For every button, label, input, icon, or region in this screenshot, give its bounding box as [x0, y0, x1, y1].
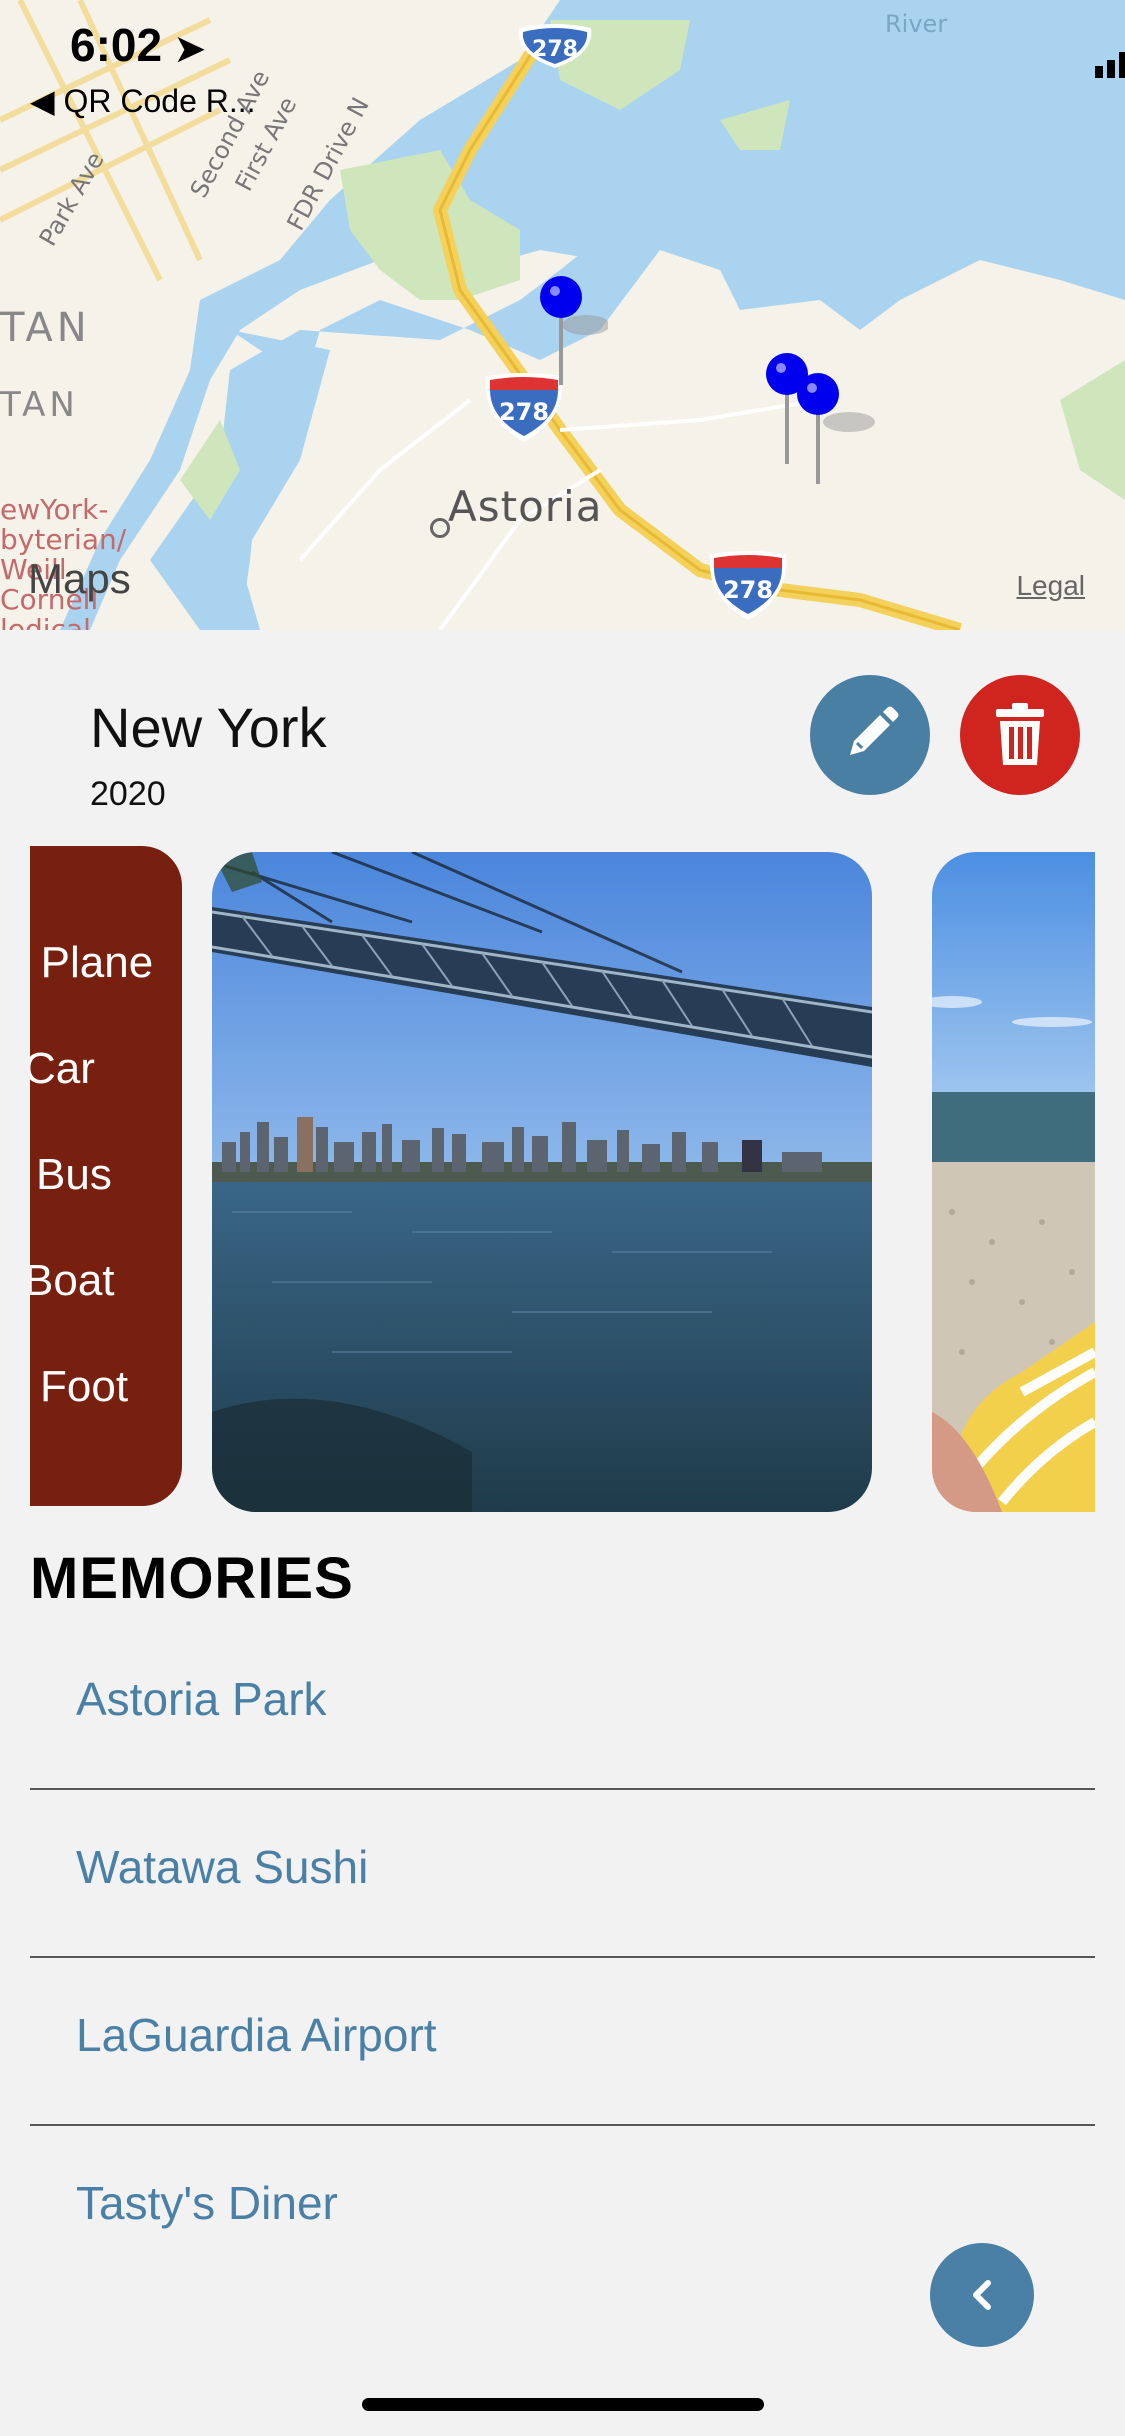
memory-item-label: Tasty's Diner [76, 2177, 338, 2229]
place-year: 2020 [90, 775, 166, 813]
transport-item-plane[interactable]: • Plane [30, 938, 154, 988]
map-district-label: TAN [0, 385, 79, 425]
transport-item-car[interactable]: Car [30, 1044, 95, 1094]
map-place-dot-icon [430, 518, 450, 538]
pencil-icon [850, 706, 899, 755]
shield-number: 278 [723, 576, 773, 604]
memory-item-label: LaGuardia Airport [76, 2009, 437, 2061]
back-to-app-button[interactable]: ◀ QR Code R... [30, 82, 256, 120]
memory-photo[interactable] [932, 852, 1095, 1512]
bridge-photo-image [212, 852, 872, 1512]
memory-list-item[interactable]: Tasty's Diner [30, 2126, 1095, 2294]
status-time: 6:02 ➤ [70, 19, 206, 71]
map-district-label: TAN [0, 305, 91, 351]
shield-number: 278 [499, 398, 549, 426]
memory-photo[interactable] [212, 852, 872, 1512]
memory-item-label: Astoria Park [76, 1673, 327, 1725]
trash-icon [996, 703, 1044, 765]
memory-list-item[interactable]: Astoria Park [30, 1622, 1095, 1790]
location-arrow-icon: ➤ [174, 28, 206, 69]
shield-number: 278 [532, 37, 578, 62]
transport-item-boat[interactable]: Boat [30, 1256, 115, 1306]
home-indicator[interactable] [362, 2398, 764, 2411]
map-view[interactable]: Park Ave Second Ave First Ave FDR Drive … [0, 0, 1125, 630]
memory-list-item[interactable]: Watawa Sushi [30, 1790, 1095, 1958]
beach-photo-image [932, 852, 1095, 1512]
memory-list-item[interactable]: LaGuardia Airport [30, 1958, 1095, 2126]
delete-button[interactable] [960, 675, 1080, 795]
legal-link[interactable]: Legal [1016, 570, 1085, 602]
memory-item-label: Watawa Sushi [76, 1841, 369, 1893]
transport-item-bus[interactable]: Bus [36, 1150, 112, 1200]
map-water-label: River [885, 10, 948, 38]
transport-item-foot[interactable]: Foot [40, 1362, 128, 1412]
transport-card[interactable]: • Plane Car Bus Boat Foot [30, 846, 182, 1506]
edit-button[interactable] [810, 675, 930, 795]
map-place-label: Astoria [448, 482, 603, 531]
back-button[interactable] [930, 2243, 1034, 2347]
chevron-left-icon [973, 2280, 991, 2310]
apple-maps-logo: Maps [28, 555, 131, 602]
signal-icon [1095, 52, 1125, 78]
memories-heading: MEMORIES [30, 1546, 354, 1611]
place-title: New York [90, 696, 327, 759]
back-triangle-icon: ◀ [30, 83, 55, 119]
